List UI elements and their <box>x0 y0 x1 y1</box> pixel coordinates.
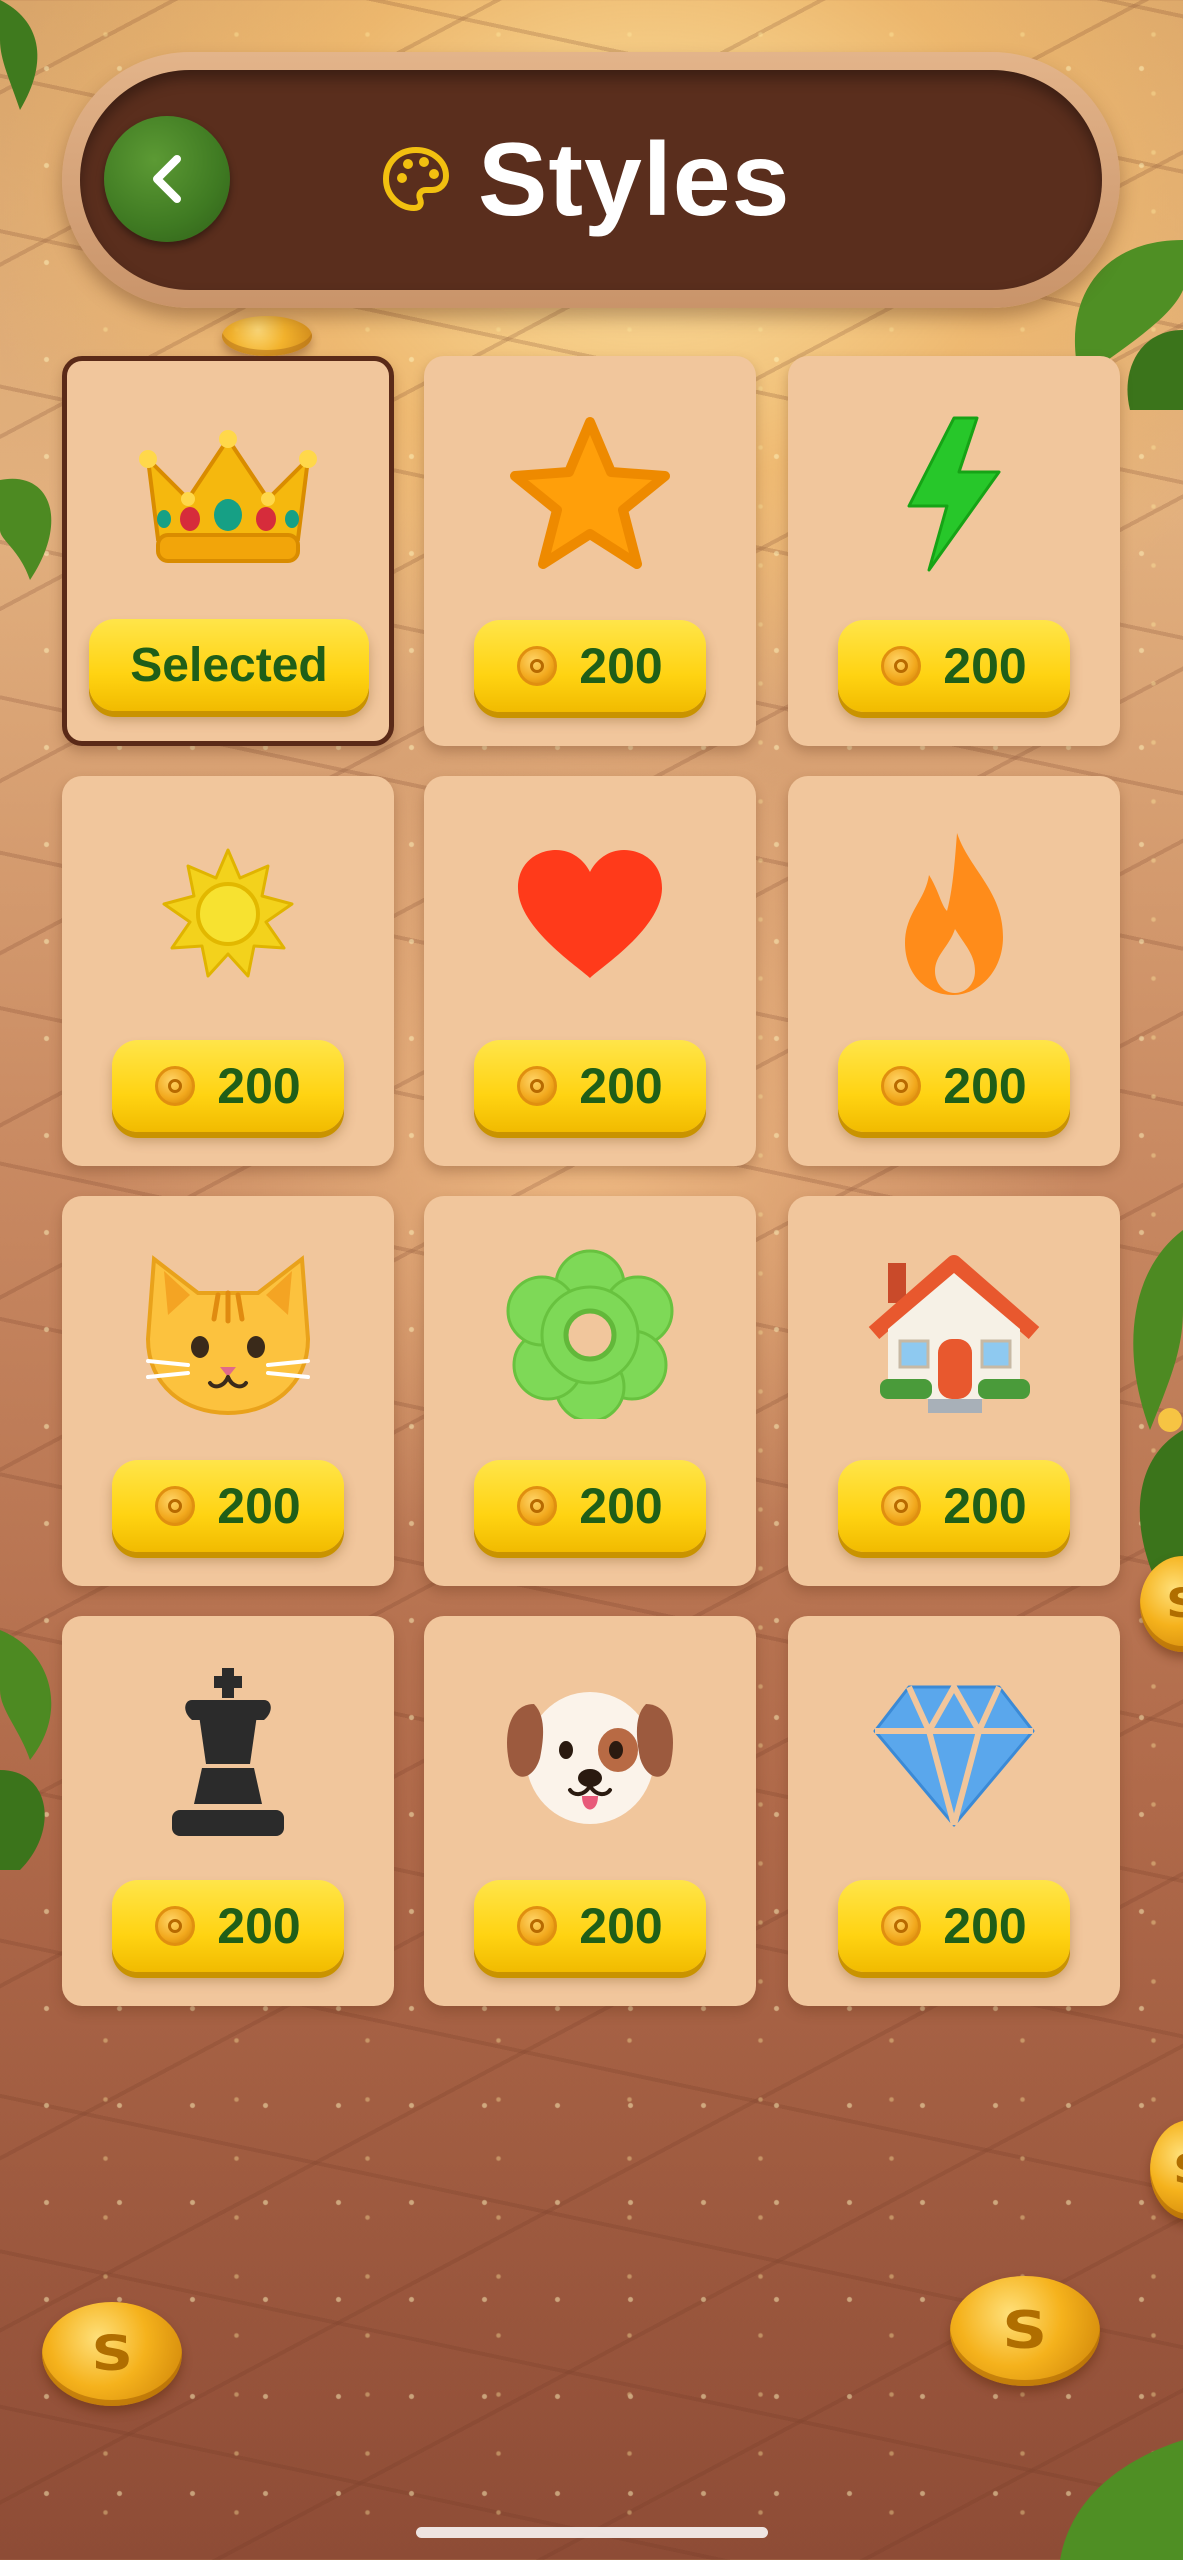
style-card-house[interactable]: 200 <box>788 1196 1120 1586</box>
palette-icon <box>382 146 450 212</box>
house-icon <box>788 1244 1120 1424</box>
back-button[interactable] <box>104 116 230 242</box>
style-card-crown[interactable]: Selected <box>62 356 394 746</box>
buy-button[interactable]: 200 <box>474 1880 706 1972</box>
price-label: 200 <box>217 1478 301 1534</box>
star-icon <box>424 404 756 584</box>
fire-icon <box>788 824 1120 1004</box>
dog-face-icon <box>424 1664 756 1844</box>
coin-decoration-icon: S <box>950 2276 1100 2386</box>
coin-decoration-icon: S <box>42 2302 182 2406</box>
home-indicator[interactable] <box>416 2527 768 2538</box>
coin-decoration-icon: S <box>1140 1556 1183 1652</box>
coin-icon <box>881 1066 922 1106</box>
coin-decoration-icon <box>222 316 312 356</box>
coin-icon <box>517 1486 558 1526</box>
buy-button[interactable]: 200 <box>112 1460 344 1552</box>
lightning-icon <box>788 404 1120 584</box>
coin-icon <box>155 1486 196 1526</box>
coin-icon <box>517 1066 558 1106</box>
buy-button[interactable]: 200 <box>838 1880 1070 1972</box>
price-label: 200 <box>217 1058 301 1114</box>
crown-icon <box>67 409 389 589</box>
leaf-decoration-icon <box>0 0 38 110</box>
diamond-icon <box>788 1664 1120 1844</box>
page-title-group: Styles <box>380 120 790 240</box>
buy-button[interactable]: 200 <box>112 1040 344 1132</box>
buy-button[interactable]: 200 <box>838 1040 1070 1132</box>
style-card-heart[interactable]: 200 <box>424 776 756 1166</box>
coin-icon <box>881 1486 922 1526</box>
buy-button[interactable]: 200 <box>474 1040 706 1132</box>
buy-button[interactable]: 200 <box>112 1880 344 1972</box>
coin-icon <box>155 1066 196 1106</box>
selected-status-button[interactable]: Selected <box>89 619 369 711</box>
style-card-lightning[interactable]: 200 <box>788 356 1120 746</box>
page-title: Styles <box>478 121 791 238</box>
style-card-dog[interactable]: 200 <box>424 1616 756 2006</box>
coin-icon <box>155 1906 196 1946</box>
style-card-flower[interactable]: 200 <box>424 1196 756 1586</box>
style-card-sun[interactable]: 200 <box>62 776 394 1166</box>
leaf-decoration-icon <box>1133 1230 1183 1590</box>
style-card-fire[interactable]: 200 <box>788 776 1120 1166</box>
leaf-decoration-icon <box>1060 2440 1183 2560</box>
cat-face-icon <box>62 1244 394 1424</box>
chevron-left-icon <box>153 155 181 203</box>
price-label: 200 <box>943 1478 1027 1534</box>
price-label: 200 <box>943 1058 1027 1114</box>
coin-icon <box>881 1906 922 1946</box>
price-label: 200 <box>579 1478 663 1534</box>
style-card-star[interactable]: 200 <box>424 356 756 746</box>
coin-icon <box>517 1906 558 1946</box>
flower-icon <box>424 1244 756 1424</box>
price-label: 200 <box>579 1058 663 1114</box>
price-label: 200 <box>943 638 1027 694</box>
leaf-decoration-icon <box>0 478 52 580</box>
heart-icon <box>424 824 756 1004</box>
chess-king-icon <box>62 1664 394 1844</box>
price-label: 200 <box>943 1898 1027 1954</box>
leaf-decoration-icon <box>0 1630 52 1870</box>
price-label: 200 <box>217 1898 301 1954</box>
style-card-chess[interactable]: 200 <box>62 1616 394 2006</box>
coin-decoration-icon: S <box>1150 2120 1183 2220</box>
coin-icon <box>517 646 558 686</box>
buy-button[interactable]: 200 <box>474 620 706 712</box>
selected-label: Selected <box>130 638 328 692</box>
buy-button[interactable]: 200 <box>838 620 1070 712</box>
price-label: 200 <box>579 1898 663 1954</box>
price-label: 200 <box>579 638 663 694</box>
buy-button[interactable]: 200 <box>838 1460 1070 1552</box>
styles-grid: Selected 200 200 200 200 200 200 200 200… <box>62 356 1120 2008</box>
sun-icon <box>62 824 394 1004</box>
style-card-diamond[interactable]: 200 <box>788 1616 1120 2006</box>
buy-button[interactable]: 200 <box>474 1460 706 1552</box>
coin-icon <box>881 646 922 686</box>
style-card-cat[interactable]: 200 <box>62 1196 394 1586</box>
